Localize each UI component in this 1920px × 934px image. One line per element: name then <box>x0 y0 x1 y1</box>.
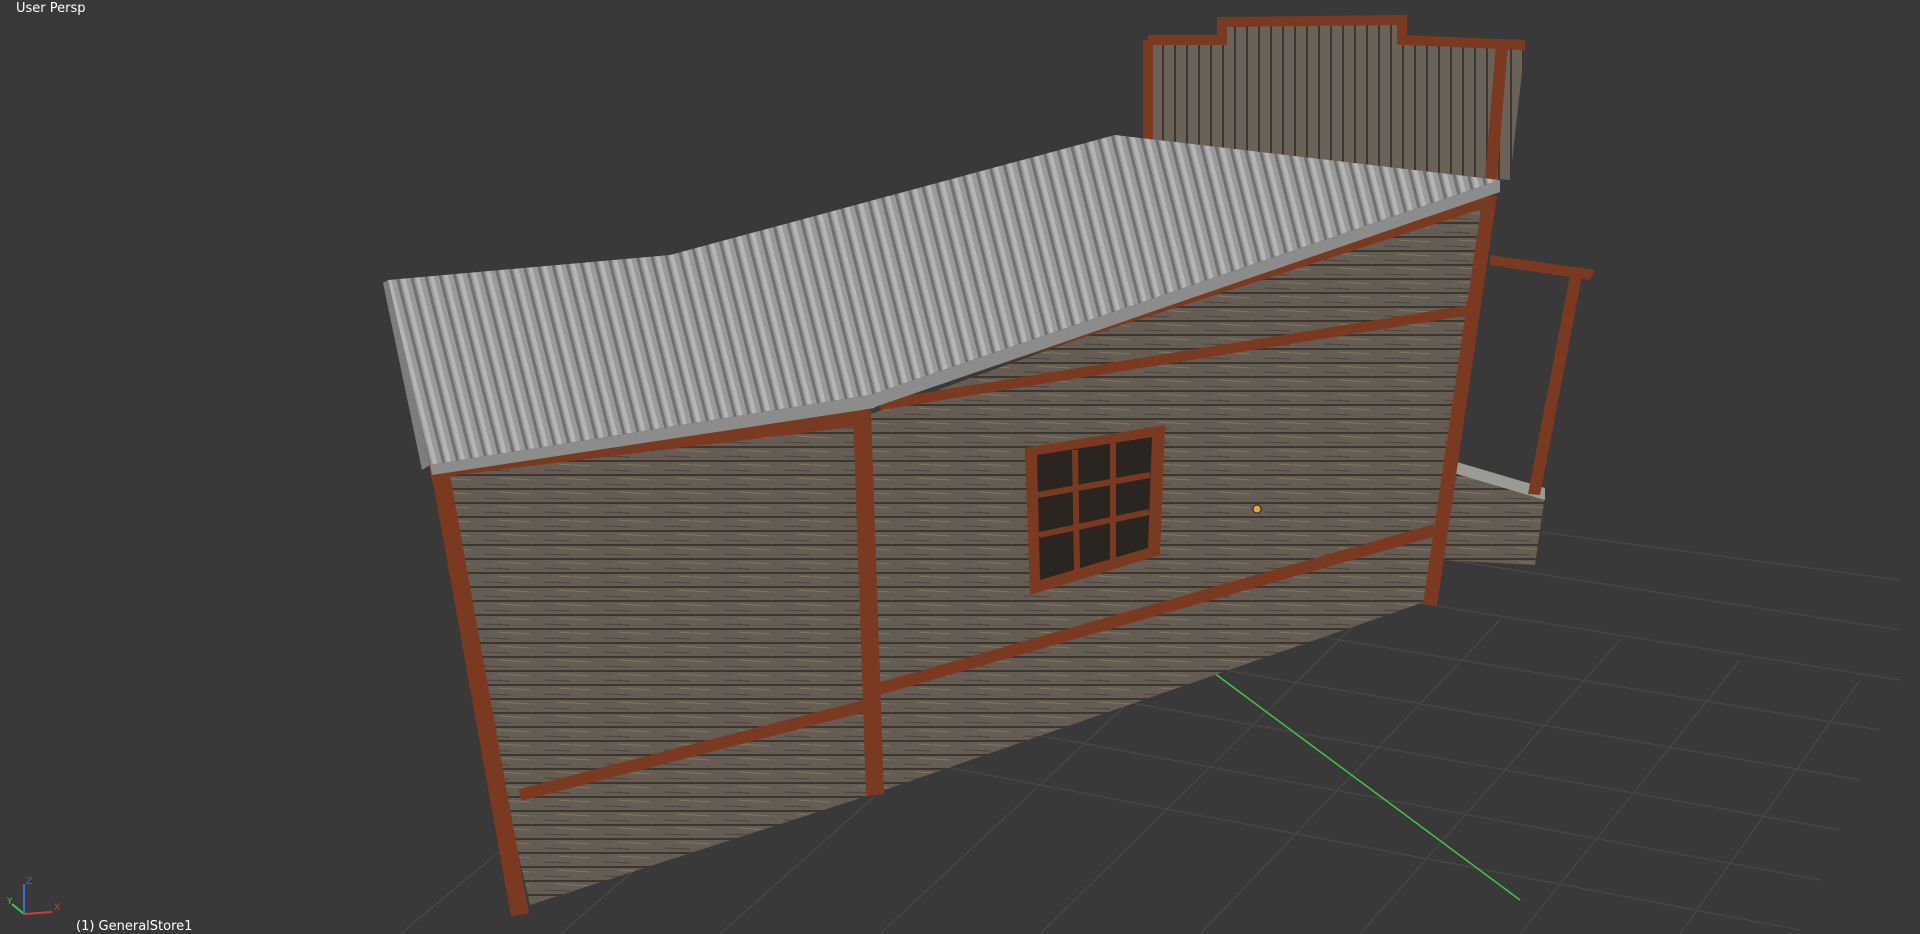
x-axis-label: X <box>54 903 60 913</box>
object-origin[interactable] <box>1252 504 1262 514</box>
object-info-label: (1) GeneralStore1 <box>76 919 193 934</box>
y-axis-label: Y <box>6 897 13 907</box>
y-axis-line <box>1209 669 1521 901</box>
wall-left-section[interactable] <box>429 410 870 917</box>
viewport-scene[interactable] <box>0 0 1920 934</box>
y-axis-icon <box>11 903 25 915</box>
view-name-label: User Persp <box>16 1 86 16</box>
z-axis-label: Z <box>26 877 32 887</box>
x-axis-icon <box>23 911 53 915</box>
3d-viewport[interactable]: User Persp X Y Z (1) GeneralStore1 <box>0 0 1920 934</box>
axis-gizmo: X Y Z <box>6 877 60 915</box>
